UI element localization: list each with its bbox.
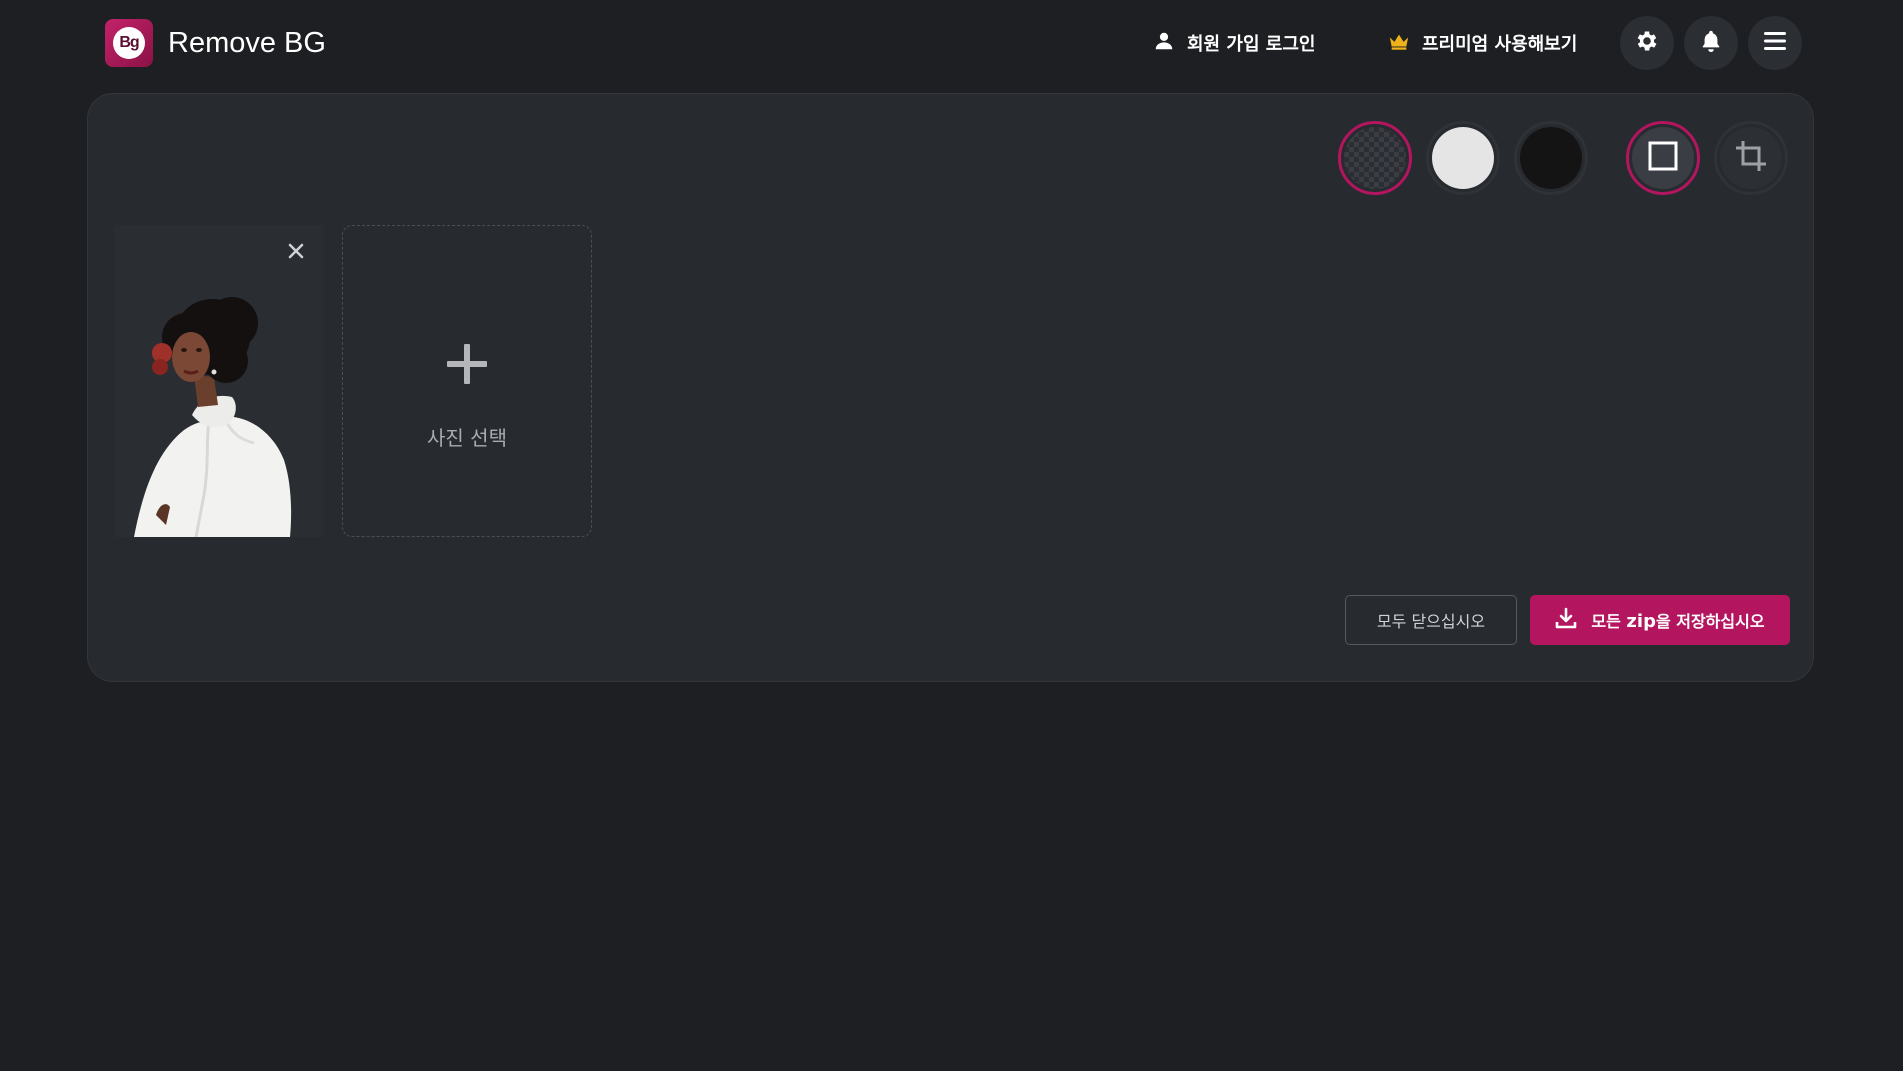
add-photo-tile[interactable]: 사진 선택 [342,225,592,537]
user-icon [1153,30,1187,57]
login-label: 회원 가입 로그인 [1187,34,1316,55]
logo-mark: Bg [113,27,145,59]
plus-icon [445,342,489,390]
image-thumbnail[interactable] [114,225,324,537]
bg-option-transparent[interactable] [1338,121,1412,195]
black-swatch [1520,127,1582,189]
login-link[interactable]: 회원 가입 로그인 [1153,26,1315,60]
bg-option-white[interactable] [1426,121,1500,195]
download-icon [1555,607,1591,633]
gear-icon [1634,28,1660,58]
original-swatch [1632,127,1694,189]
close-icon [288,243,304,263]
settings-button[interactable] [1620,16,1674,70]
menu-button[interactable] [1748,16,1802,70]
notifications-button[interactable] [1684,16,1738,70]
save-zip-label: 모든 zip을 저장하십시오 [1591,611,1765,632]
crop-icon [1734,139,1768,177]
white-swatch [1432,127,1494,189]
view-option-original[interactable] [1626,121,1700,195]
bg-option-black[interactable] [1514,121,1588,195]
premium-link[interactable]: 프리미엄 사용해보기 [1388,26,1577,60]
app-logo[interactable]: Bg [105,19,153,67]
bell-icon [1700,29,1722,57]
person-cutout-image [134,297,292,537]
view-option-crop[interactable] [1714,121,1788,195]
crop-swatch [1720,127,1782,189]
add-photo-label: 사진 선택 [427,426,507,450]
hamburger-menu-icon [1763,30,1787,56]
close-all-button[interactable]: 모두 닫으십시오 [1345,595,1517,645]
save-all-zip-button[interactable]: 모든 zip을 저장하십시오 [1530,595,1790,645]
app-header: Bg Remove BG 회원 가입 로그인 프리미엄 사용해보기 [0,0,1903,86]
square-icon [1647,140,1679,176]
premium-label: 프리미엄 사용해보기 [1422,34,1578,55]
crown-icon [1388,31,1422,56]
transparent-swatch [1344,127,1406,189]
workspace-panel: 사진 선택 모두 닫으십시오 모든 zip을 저장하십시오 [87,93,1814,682]
app-title: Remove BG [168,27,326,59]
remove-image-button[interactable] [284,241,308,265]
